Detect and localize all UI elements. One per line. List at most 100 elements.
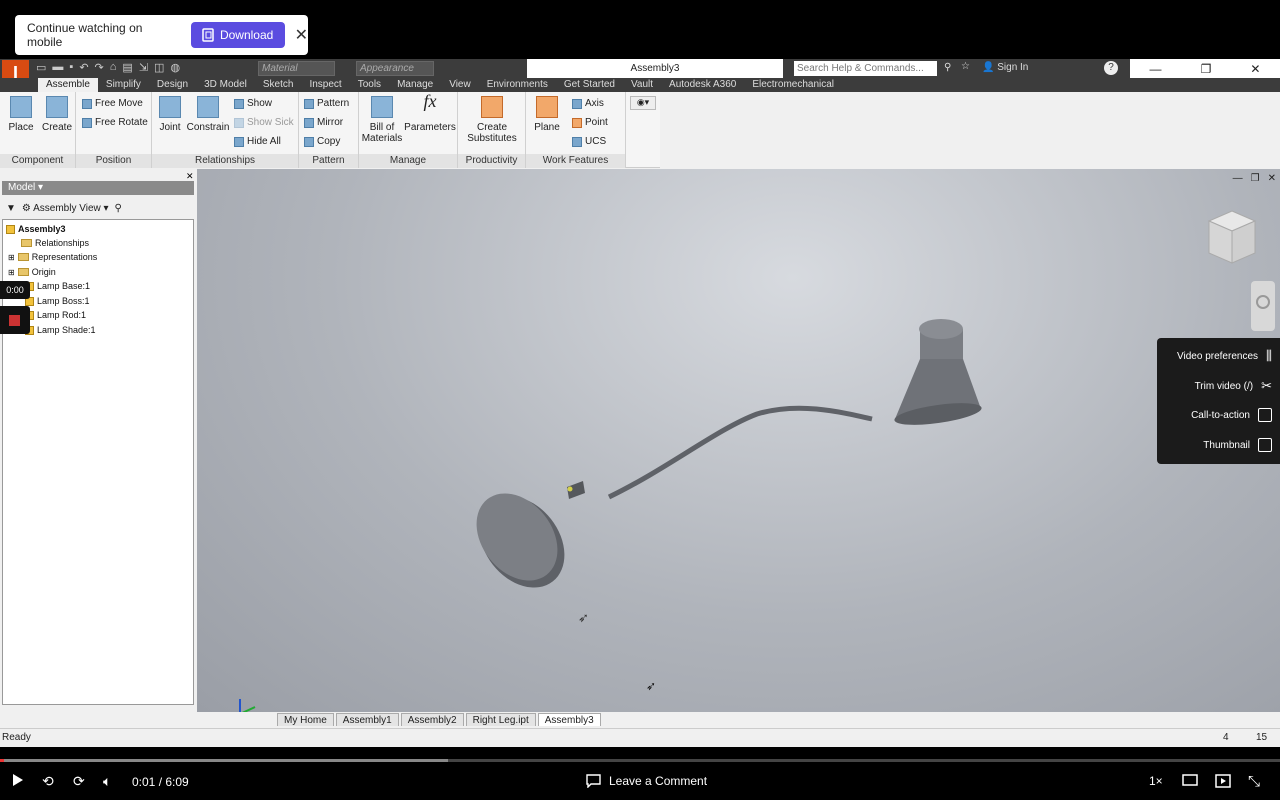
- close-banner-icon[interactable]: ✕: [295, 25, 308, 45]
- component-panel-label[interactable]: Component: [0, 154, 75, 168]
- pattern-panel-label[interactable]: Pattern: [299, 154, 358, 168]
- create-button[interactable]: Create: [40, 96, 74, 133]
- tab-vault[interactable]: Vault: [623, 78, 661, 92]
- doc-tab-my-home[interactable]: My Home: [277, 712, 334, 726]
- tab-view[interactable]: View: [441, 78, 479, 92]
- doc-tab-assembly1[interactable]: Assembly1: [335, 712, 399, 726]
- doc-tab-assembly2[interactable]: Assembly2: [400, 712, 464, 726]
- axis-button[interactable]: Axis: [572, 98, 604, 109]
- model-scene[interactable]: [197, 169, 1280, 712]
- tree-item-assembly3[interactable]: Assembly3: [6, 224, 66, 234]
- ucs-button[interactable]: UCS: [572, 136, 606, 147]
- tab-electromechanical[interactable]: Electromechanical: [744, 78, 842, 92]
- browser-close-icon[interactable]: ✕: [186, 171, 194, 182]
- tab-get-started[interactable]: Get Started: [556, 78, 623, 92]
- thumbnail-button[interactable]: Thumbnail: [1203, 438, 1272, 452]
- find-binoculars-icon[interactable]: ⚲: [115, 203, 122, 214]
- model-browser-title[interactable]: Model ▾: [2, 181, 194, 195]
- tree-item-relationships[interactable]: Relationships: [21, 238, 89, 248]
- picture-in-picture-icon[interactable]: [1215, 774, 1231, 788]
- volume-icon[interactable]: 🔈︎: [103, 773, 111, 790]
- binoculars-icon[interactable]: ⚲: [944, 62, 951, 73]
- home-icon[interactable]: ⌂: [110, 61, 117, 74]
- expand-icon[interactable]: ⊞: [8, 268, 15, 277]
- forward-5-icon[interactable]: ⟳: [73, 773, 85, 790]
- tab-inspect[interactable]: Inspect: [301, 78, 349, 92]
- free-rotate-button[interactable]: Free Rotate: [82, 117, 148, 128]
- playback-speed-button[interactable]: 1×: [1149, 774, 1163, 788]
- video-preferences-button[interactable]: Video preferences ⫼: [1177, 348, 1272, 364]
- bill-of-materials-button[interactable]: Bill of Materials: [361, 96, 403, 144]
- expand-icon[interactable]: ⊞: [8, 253, 15, 262]
- help-search-input[interactable]: Search Help & Commands...: [794, 61, 937, 76]
- call-to-action-button[interactable]: Call-to-action: [1191, 408, 1272, 422]
- redo-icon[interactable]: ↷: [95, 61, 104, 74]
- new-icon[interactable]: ▭: [36, 61, 46, 74]
- download-button[interactable]: Download: [190, 22, 285, 48]
- close-window-icon[interactable]: ✕: [1250, 62, 1260, 76]
- tree-item-lamp-base[interactable]: Lamp Base:1: [25, 281, 90, 291]
- copy-button[interactable]: Copy: [304, 136, 340, 147]
- tab-manage[interactable]: Manage: [389, 78, 441, 92]
- work-features-panel-label[interactable]: Work Features: [526, 154, 625, 168]
- show-button[interactable]: Show: [234, 98, 272, 109]
- relationships-panel-label[interactable]: Relationships: [152, 154, 298, 168]
- hide-all-button[interactable]: Hide All: [234, 136, 281, 147]
- tab-tools[interactable]: Tools: [350, 78, 389, 92]
- show-sick-button[interactable]: Show Sick: [234, 117, 294, 128]
- minimize-icon[interactable]: —: [1150, 62, 1162, 76]
- manage-panel-label[interactable]: Manage: [359, 154, 457, 168]
- tab-assemble[interactable]: Assemble: [38, 78, 98, 92]
- mirror-button[interactable]: Mirror: [304, 117, 343, 128]
- position-panel-label[interactable]: Position: [76, 154, 151, 168]
- maximize-icon[interactable]: ❐: [1201, 62, 1212, 76]
- pattern-button[interactable]: Pattern: [304, 98, 349, 109]
- sign-in-link[interactable]: 👤 Sign In: [982, 62, 1028, 73]
- color-icon[interactable]: ◫: [154, 61, 164, 74]
- undo-icon[interactable]: ↶: [79, 61, 88, 74]
- print-icon[interactable]: ▤: [122, 61, 132, 74]
- ribbon-options-icon[interactable]: ◉▾: [630, 96, 656, 110]
- constrain-button[interactable]: Constrain: [186, 96, 230, 133]
- graphics-viewport[interactable]: — ❐ ✕ ➶ ➶: [197, 169, 1280, 712]
- theater-mode-icon[interactable]: [1182, 774, 1198, 786]
- tab-autodesk-a360[interactable]: Autodesk A360: [661, 78, 744, 92]
- lamp-boss[interactable]: [567, 481, 585, 499]
- trim-video-button[interactable]: Trim video (/) ✂: [1195, 378, 1272, 394]
- select-icon[interactable]: ⇲: [139, 61, 148, 74]
- tree-item-representations[interactable]: ⊞ Representations: [8, 252, 97, 262]
- tab-design[interactable]: Design: [149, 78, 196, 92]
- help-icon[interactable]: ?: [1104, 61, 1118, 75]
- free-move-button[interactable]: Free Move: [82, 98, 143, 109]
- productivity-panel-label[interactable]: Productivity: [458, 154, 525, 168]
- leave-comment-button[interactable]: Leave a Comment: [586, 774, 707, 788]
- parameters-button[interactable]: fx Parameters: [403, 92, 457, 133]
- open-icon[interactable]: ▬: [52, 61, 63, 74]
- tab-environments[interactable]: Environments: [479, 78, 556, 92]
- doc-tab-assembly3[interactable]: Assembly3: [537, 712, 601, 726]
- lamp-shade[interactable]: [893, 319, 983, 429]
- joint-button[interactable]: Joint: [156, 96, 184, 133]
- rewind-5-icon[interactable]: ⟲: [42, 773, 54, 790]
- tab-sketch[interactable]: Sketch: [255, 78, 302, 92]
- exit-fullscreen-icon[interactable]: ⤡: [1248, 773, 1260, 790]
- favorite-star-icon[interactable]: ☆: [961, 61, 970, 72]
- assembly-view-dropdown[interactable]: ⚙ Assembly View ▾: [22, 203, 109, 214]
- lamp-rod[interactable]: [607, 405, 873, 500]
- globe-icon[interactable]: ◍: [170, 61, 180, 74]
- tree-item-lamp-rod[interactable]: Lamp Rod:1: [25, 310, 86, 320]
- tree-item-lamp-shade[interactable]: Lamp Shade:1: [25, 325, 96, 335]
- place-button[interactable]: Place: [6, 96, 36, 133]
- tab-simplify[interactable]: Simplify: [98, 78, 149, 92]
- doc-tab-right-leg[interactable]: Right Leg.ipt: [465, 712, 536, 726]
- point-button[interactable]: Point: [572, 117, 608, 128]
- appearance-dropdown[interactable]: Appearance: [356, 61, 434, 76]
- material-dropdown[interactable]: Material: [258, 61, 335, 76]
- plane-button[interactable]: Plane: [532, 96, 562, 133]
- tree-item-lamp-boss[interactable]: Lamp Boss:1: [25, 296, 90, 306]
- create-substitutes-button[interactable]: Create Substitutes: [464, 96, 520, 144]
- filter-icon[interactable]: ▼: [6, 203, 16, 214]
- save-icon[interactable]: ▪: [69, 61, 73, 74]
- stop-recording-button[interactable]: [0, 306, 30, 334]
- tree-item-origin[interactable]: ⊞ Origin: [8, 267, 56, 277]
